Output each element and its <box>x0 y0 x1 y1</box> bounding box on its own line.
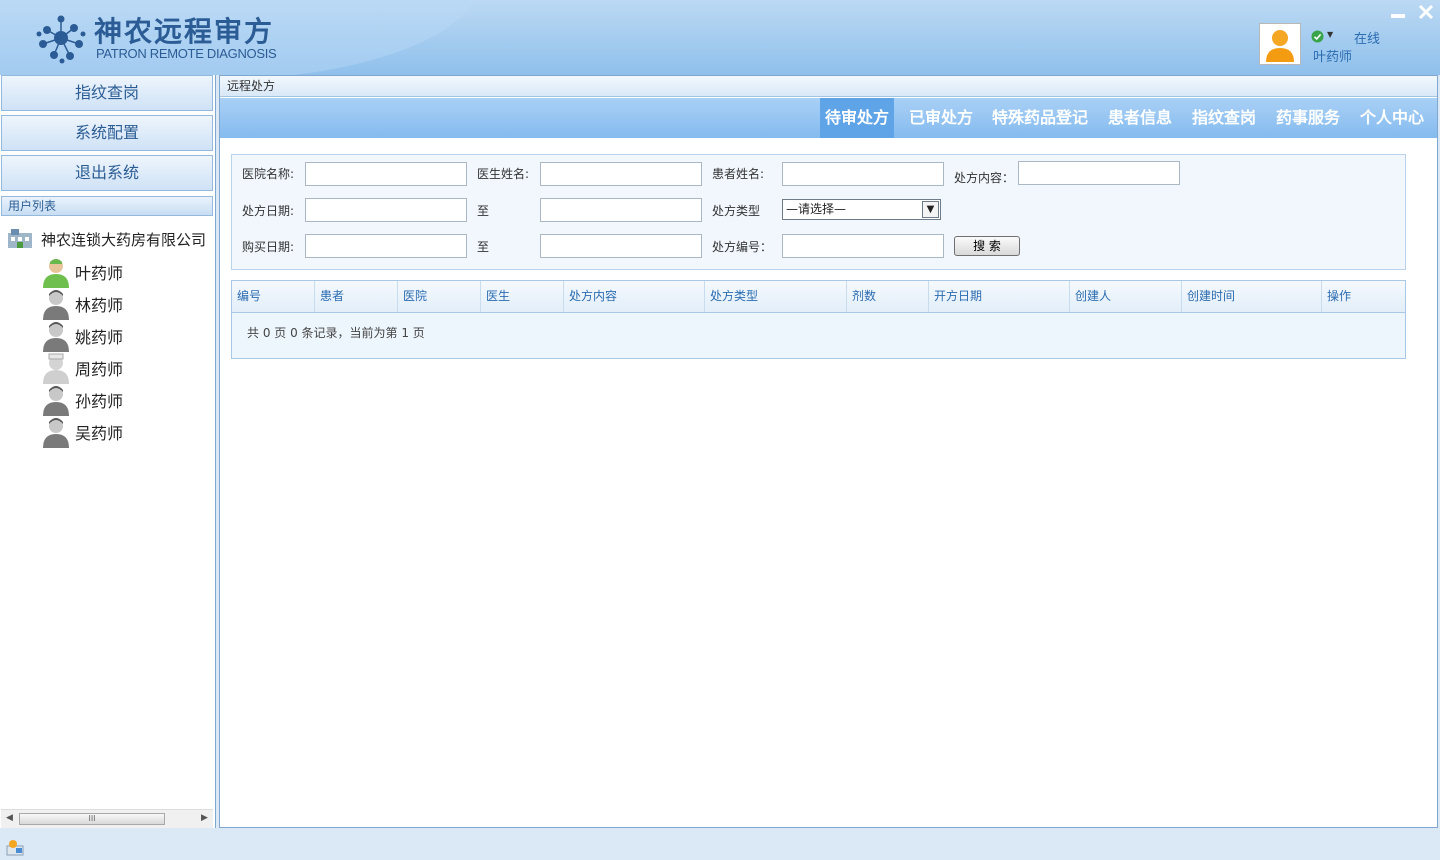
minimize-icon[interactable] <box>1390 7 1406 19</box>
pharmacist-offline-icon <box>43 386 69 416</box>
rx-date-label: 处方日期: <box>242 204 295 218</box>
col-rx-content[interactable]: 处方内容 <box>564 281 705 312</box>
tree-root-pharmacy[interactable]: 神农连锁大药房有限公司 <box>6 227 206 249</box>
pharmacist-offline-icon <box>43 290 69 320</box>
pharmacy-building-icon <box>8 229 32 248</box>
pharmacist-item[interactable]: 姚药师 <box>40 320 200 352</box>
col-doctor[interactable]: 医生 <box>481 281 564 312</box>
user-avatar[interactable] <box>1259 23 1301 65</box>
horizontal-scrollbar[interactable]: ◀ III ▶ <box>1 809 213 828</box>
prescription-table: 编号 患者 医院 医生 处方内容 处方类型 剂数 开方日期 创建人 创建时间 操… <box>231 280 1406 359</box>
rx-content-label: 处方内容： <box>954 171 1015 185</box>
rx-number-input[interactable] <box>782 234 944 258</box>
tab-special-drug-registration[interactable]: 特殊药品登记 <box>990 98 1090 138</box>
nav-fingerprint-check-button[interactable]: 指纹查岗 <box>1 75 213 111</box>
table-header: 编号 患者 医院 医生 处方内容 处方类型 剂数 开方日期 创建人 创建时间 操… <box>232 281 1405 313</box>
col-created-time[interactable]: 创建时间 <box>1182 281 1322 312</box>
user-list-header: 用户列表 <box>1 196 213 216</box>
tab-reviewed-prescriptions[interactable]: 已审处方 <box>905 98 977 138</box>
col-hospital[interactable]: 医院 <box>398 281 481 312</box>
pharmacist-online-icon <box>43 259 69 288</box>
logo-icon <box>36 15 86 64</box>
purchase-date-to-label: 至 <box>477 240 490 254</box>
pharmacist-item[interactable]: 叶药师 <box>40 256 200 288</box>
main-pane: 远程处方 待审处方 已审处方 特殊药品登记 患者信息 指纹查岗 药事服务 个人中… <box>219 75 1438 828</box>
patient-name-input[interactable] <box>782 162 944 186</box>
user-avatar-icon <box>1266 30 1294 62</box>
pharmacist-name: 周药师 <box>75 360 124 379</box>
rx-date-to-input[interactable] <box>540 198 702 222</box>
rx-type-label: 处方类型 <box>712 204 761 218</box>
purchase-date-from-input[interactable] <box>305 234 467 258</box>
pharmacist-offline-icon <box>43 418 69 448</box>
purchase-date-label: 购买日期: <box>242 240 295 254</box>
pharmacist-name: 吴药师 <box>75 424 124 443</box>
patient-name-label: 患者姓名: <box>712 167 765 181</box>
doctor-name-input[interactable] <box>540 162 702 186</box>
doctor-name-label: 医生姓名: <box>477 167 530 181</box>
hospital-name-label: 医院名称: <box>242 167 295 181</box>
tab-bar: 待审处方 已审处方 特殊药品登记 患者信息 指纹查岗 药事服务 个人中心 <box>220 98 1437 138</box>
status-dropdown-icon[interactable]: ▼ <box>1327 30 1333 39</box>
nurse-offline-icon <box>43 353 69 384</box>
pharmacist-item[interactable]: 吴药师 <box>40 416 200 448</box>
left-pane: 指纹查岗 系统配置 退出系统 用户列表 神农连锁大药房有限公司 叶药师 林药师 <box>0 75 216 828</box>
rx-content-input[interactable] <box>1018 161 1180 185</box>
app-header: 神农远程审方 PATRON REMOTE DIAGNOSIS ▼ 在线 叶药师 <box>0 0 1440 75</box>
current-user-name: 叶药师 <box>1313 50 1353 65</box>
pharmacist-offline-icon <box>43 322 69 352</box>
rx-number-label: 处方编号： <box>712 240 773 254</box>
tab-personal-center[interactable]: 个人中心 <box>1357 98 1427 138</box>
tab-pharmacy-service[interactable]: 药事服务 <box>1273 98 1343 138</box>
nav-system-config-button[interactable]: 系统配置 <box>1 115 213 151</box>
rx-type-selected-value: —请选择— <box>786 202 847 216</box>
tray-user-icon[interactable] <box>5 838 25 856</box>
online-status: 在线 <box>1354 32 1381 47</box>
nav-exit-button[interactable]: 退出系统 <box>1 155 213 191</box>
purchase-date-to-input[interactable] <box>540 234 702 258</box>
col-dose-count[interactable]: 剂数 <box>847 281 929 312</box>
chevron-down-icon[interactable]: ▼ <box>922 201 939 218</box>
hospital-name-input[interactable] <box>305 162 467 186</box>
tab-patient-info[interactable]: 患者信息 <box>1105 98 1175 138</box>
tab-fingerprint-check[interactable]: 指纹查岗 <box>1189 98 1259 138</box>
pharmacist-name: 林药师 <box>75 296 124 315</box>
tree-root-label: 神农连锁大药房有限公司 <box>41 231 207 249</box>
pharmacist-item[interactable]: 周药师 <box>40 352 200 384</box>
pharmacist-item[interactable]: 孙药师 <box>40 384 200 416</box>
scroll-right-icon[interactable]: ▶ <box>201 813 208 823</box>
col-rx-date[interactable]: 开方日期 <box>929 281 1070 312</box>
pharmacist-name: 姚药师 <box>75 328 124 347</box>
col-patient[interactable]: 患者 <box>315 281 398 312</box>
app-subtitle: PATRON REMOTE DIAGNOSIS <box>96 46 277 61</box>
rx-type-select[interactable]: —请选择— ▼ <box>782 199 941 220</box>
rx-date-from-input[interactable] <box>305 198 467 222</box>
col-actions[interactable]: 操作 <box>1322 281 1405 312</box>
close-icon[interactable] <box>1418 4 1434 20</box>
scrollbar-thumb[interactable]: III <box>19 813 165 825</box>
search-button[interactable]: 搜 索 <box>954 236 1020 256</box>
scroll-left-icon[interactable]: ◀ <box>6 813 13 823</box>
pharmacist-name: 叶药师 <box>75 264 124 283</box>
breadcrumb: 远程处方 <box>220 76 1437 97</box>
rx-date-to-label: 至 <box>477 204 490 218</box>
pharmacist-item[interactable]: 林药师 <box>40 288 200 320</box>
col-rx-type[interactable]: 处方类型 <box>705 281 847 312</box>
pager-info: 共 0 页 0 条记录，当前为第 1 页 <box>247 326 425 340</box>
app-title: 神农远程审方 <box>94 15 275 48</box>
col-creator[interactable]: 创建人 <box>1070 281 1182 312</box>
tab-pending-prescriptions[interactable]: 待审处方 <box>820 98 894 138</box>
col-id[interactable]: 编号 <box>232 281 315 312</box>
pharmacist-name: 孙药师 <box>75 392 124 411</box>
online-check-icon[interactable] <box>1311 30 1324 43</box>
search-form: 医院名称: 医生姓名: 患者姓名: 处方内容： 处方日期: 至 处方类型 —请选… <box>231 154 1406 270</box>
